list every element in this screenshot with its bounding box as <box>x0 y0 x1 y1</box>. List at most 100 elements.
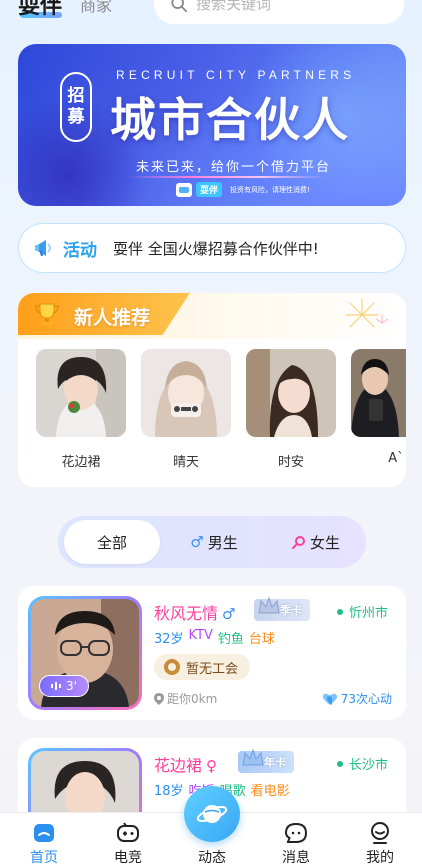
banner-title: 城市合伙人 <box>110 93 350 147</box>
moments-fab-button[interactable] <box>184 786 240 842</box>
user-age: 32岁 <box>154 632 184 647</box>
user-age: 18岁 <box>154 784 184 799</box>
app-logo-icon <box>176 182 192 197</box>
nav-messages[interactable]: 消息 <box>254 813 338 868</box>
avatar-frame: 3' <box>28 596 142 710</box>
planet-icon <box>196 805 228 823</box>
recommend-avatar <box>246 349 336 437</box>
recommend-name: 晴天 <box>172 455 199 470</box>
heart-icon <box>322 693 337 705</box>
firework-icon <box>345 298 389 328</box>
online-dot-icon <box>336 608 343 615</box>
nav-esports-label: 电竞 <box>114 850 142 866</box>
vip-badge: 年卡 <box>238 748 294 773</box>
trophy-icon <box>35 303 59 325</box>
tab-app-home[interactable]: 耍伴 <box>18 0 63 20</box>
new-recommend-title: 新人推荐 <box>74 307 151 329</box>
filter-all[interactable]: 全部 <box>64 520 160 564</box>
activity-notice[interactable]: 活动 耍伴 全国火爆招募合作伙伴中! <box>18 223 406 273</box>
online-dot-icon <box>336 760 343 767</box>
filter-male-label: 男生 <box>207 533 238 552</box>
banner-badge-char: 招 <box>67 85 85 106</box>
recruit-banner[interactable]: 招 募 RECRUIT CITY PARTNERS 城市合伙人 未来已来，给你一… <box>18 44 406 206</box>
recommend-user[interactable]: 晴天 <box>141 349 231 470</box>
vip-badge: 季卡 <box>254 596 310 621</box>
nav-moments-label: 动态 <box>198 850 226 866</box>
chat-icon <box>284 822 308 843</box>
search-icon <box>171 0 188 13</box>
banner-divider <box>126 176 326 178</box>
nav-messages-label: 消息 <box>282 850 310 866</box>
filter-female-label: 女生 <box>309 533 340 552</box>
user-tag: 台球 <box>248 632 275 647</box>
profile-icon <box>371 822 389 844</box>
distance-text: 距你0km <box>167 692 218 706</box>
megaphone-icon <box>35 240 51 256</box>
banner-logo-text: 耍伴 <box>196 182 223 197</box>
heart-count[interactable]: 73次心动 <box>322 690 392 707</box>
female-icon <box>291 536 305 549</box>
male-icon: ♂ <box>190 533 204 551</box>
user-location: 长沙市 <box>336 754 388 773</box>
new-recommend-card: 新人推荐 花边裙 晴天 时安 A` <box>18 293 406 487</box>
avatar: 3' <box>31 599 139 707</box>
banner-subtitle: 未来已来，给你一个借力平台 <box>136 160 332 175</box>
heart-count-text: 73次心动 <box>340 692 392 706</box>
user-tag: 钓鱼 <box>217 632 244 647</box>
search-bar[interactable] <box>154 0 404 24</box>
recommend-name: 时安 <box>277 455 304 470</box>
voice-duration: 3' <box>66 679 77 693</box>
nav-home[interactable]: 首页 <box>2 813 86 868</box>
filter-all-label: 全部 <box>96 533 127 552</box>
activity-label: 活动 <box>63 240 97 261</box>
filter-female[interactable]: 女生 <box>268 520 364 564</box>
male-icon: ♂ <box>222 605 236 623</box>
recommend-user[interactable]: 时安 <box>246 349 336 470</box>
user-city: 长沙市 <box>348 758 388 773</box>
filter-male[interactable]: ♂ 男生 <box>166 520 262 564</box>
voice-intro-button[interactable]: 3' <box>39 675 89 697</box>
user-name: 秋风无情 <box>154 604 219 623</box>
activity-text: 耍伴 全国火爆招募合作伙伴中! <box>113 239 319 258</box>
recommend-user[interactable]: 花边裙 <box>36 349 126 470</box>
crown-icon <box>258 596 280 614</box>
user-name-row: 花边裙 ♀ <box>154 752 217 776</box>
nav-mine[interactable]: 我的 <box>338 813 422 868</box>
user-tag: KTV <box>188 628 213 643</box>
recommend-user[interactable]: A` <box>351 349 406 466</box>
banner-badge-char: 募 <box>67 107 85 127</box>
vip-label: 季卡 <box>280 604 302 617</box>
vip-label: 年卡 <box>264 756 286 769</box>
new-recommend-header: 新人推荐 <box>18 293 406 339</box>
recommend-avatar <box>351 349 406 437</box>
gamepad-icon <box>117 822 139 842</box>
voice-wave-icon <box>51 682 62 690</box>
user-tags: 32岁 KTV 钓鱼 台球 <box>154 628 275 647</box>
user-location: 忻州市 <box>336 602 388 621</box>
crown-icon <box>242 748 264 766</box>
user-distance: 距你0km <box>154 690 217 707</box>
tab-merchant[interactable]: 商家 <box>80 0 112 16</box>
location-pin-icon <box>154 692 164 705</box>
guild-icon <box>164 659 180 675</box>
recommend-avatar <box>36 349 126 437</box>
user-card[interactable]: 3' 秋风无情 ♂ 季卡 忻州市 32岁 KTV 钓鱼 台球 暂无工会 距你0km <box>18 586 406 720</box>
recommend-name: A` <box>388 451 404 466</box>
banner-badge: 招 募 <box>60 72 92 142</box>
user-name-row: 秋风无情 ♂ <box>154 600 235 624</box>
recommend-avatar <box>141 349 231 437</box>
user-name: 花边裙 <box>154 756 203 775</box>
nav-mine-label: 我的 <box>366 850 394 866</box>
banner-logo: 耍伴 投资有风险，请理性消费! <box>176 182 310 197</box>
nav-home-label: 首页 <box>30 850 58 866</box>
nav-esports[interactable]: 电竞 <box>86 813 170 868</box>
recommend-name: 花边裙 <box>61 455 101 470</box>
user-tag: 看电影 <box>250 784 290 799</box>
banner-english-text: RECRUIT CITY PARTNERS <box>116 68 356 82</box>
top-bar: 耍伴 商家 <box>0 0 422 28</box>
search-input[interactable] <box>196 0 376 13</box>
user-city: 忻州市 <box>348 606 388 621</box>
banner-disclaimer: 投资有风险，请理性消费! <box>230 185 310 194</box>
gender-filter: 全部 ♂ 男生 女生 <box>58 516 366 568</box>
home-icon <box>34 824 54 842</box>
